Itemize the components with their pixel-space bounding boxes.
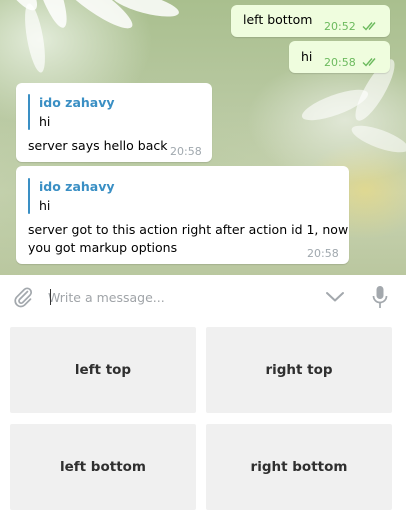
chat-history[interactable]: left bottom 20:52 hi 20:58 ido zahavy hi… [0, 0, 406, 275]
reply-author[interactable]: ido zahavy [39, 178, 115, 196]
message-text-line: you got markup options [28, 240, 178, 255]
double-check-icon [362, 22, 376, 31]
message-input[interactable] [48, 287, 308, 307]
message-time: 20:52 [324, 20, 356, 33]
incoming-message[interactable]: ido zahavy hi server says hello back 20:… [16, 83, 212, 162]
reply-accent-bar [28, 94, 30, 130]
message-composer [0, 275, 406, 321]
paperclip-icon[interactable] [12, 286, 34, 308]
double-check-icon [362, 58, 376, 67]
keyboard-button-right-bottom[interactable]: right bottom [206, 424, 392, 510]
microphone-icon[interactable] [371, 285, 389, 311]
reply-keyboard: left top right top left bottom right bot… [0, 321, 406, 517]
keyboard-button-right-top[interactable]: right top [206, 327, 392, 413]
text-caret [50, 289, 51, 305]
keyboard-button-left-top[interactable]: left top [10, 327, 196, 413]
message-text: hi [301, 49, 313, 64]
outgoing-message[interactable]: hi 20:58 [289, 41, 390, 73]
message-text: left bottom [243, 12, 313, 27]
reply-quote-text: hi [39, 198, 51, 213]
outgoing-message[interactable]: left bottom 20:52 [231, 5, 390, 37]
message-time: 20:58 [170, 145, 202, 158]
reply-author[interactable]: ido zahavy [39, 94, 115, 112]
reply-accent-bar [28, 178, 30, 214]
message-text-line: server got to this action right after ac… [28, 222, 349, 237]
keyboard-button-left-bottom[interactable]: left bottom [10, 424, 196, 510]
reply-quote-text: hi [39, 114, 51, 129]
message-time: 20:58 [307, 247, 339, 260]
incoming-message[interactable]: ido zahavy hi server got to this action … [16, 166, 349, 264]
chevron-down-icon[interactable] [325, 291, 345, 303]
message-time: 20:58 [324, 56, 356, 69]
message-text: server says hello back [28, 138, 168, 153]
